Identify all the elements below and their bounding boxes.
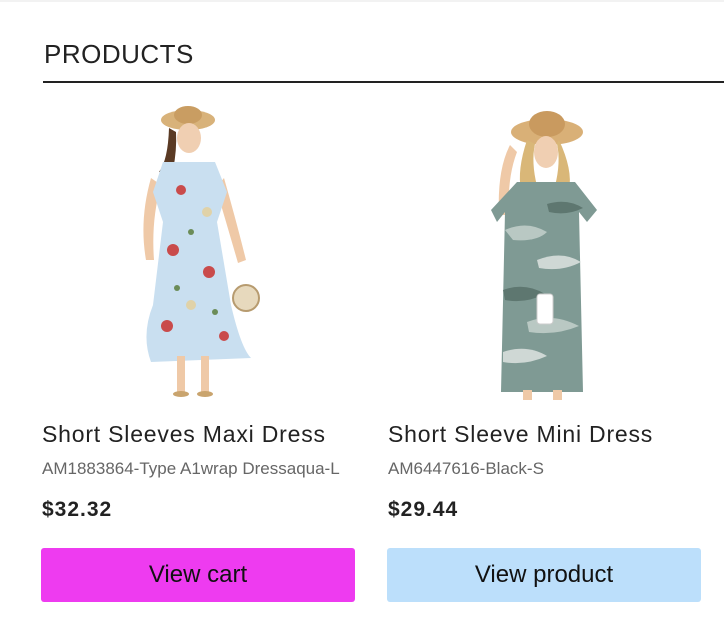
product-image-maxi-dress[interactable] (41, 100, 356, 400)
product-sku: AM1883864-Type A1wrap Dressaqua-L (42, 459, 340, 478)
product-card: Short Sleeves Maxi Dress AM1883864-Type … (41, 100, 356, 605)
products-section-header: PRODUCTS (43, 0, 724, 84)
product-image-mini-dress[interactable] (387, 100, 702, 400)
view-cart-button[interactable]: View cart (41, 548, 355, 602)
product-price: $29.44 (388, 498, 459, 521)
view-product-button[interactable]: View product (387, 548, 701, 602)
floral-maxi-dress-image (143, 106, 260, 397)
product-card: Short Sleeve Mini Dress AM6447616-Black-… (387, 100, 702, 605)
section-divider (43, 81, 724, 83)
section-title: PRODUCTS (44, 39, 194, 69)
camo-mini-dress-image (491, 111, 597, 400)
product-sku: AM6447616-Black-S (388, 459, 544, 478)
product-price: $32.32 (42, 498, 113, 521)
product-name[interactable]: Short Sleeves Maxi Dress (42, 420, 356, 448)
product-name[interactable]: Short Sleeve Mini Dress (388, 420, 702, 448)
